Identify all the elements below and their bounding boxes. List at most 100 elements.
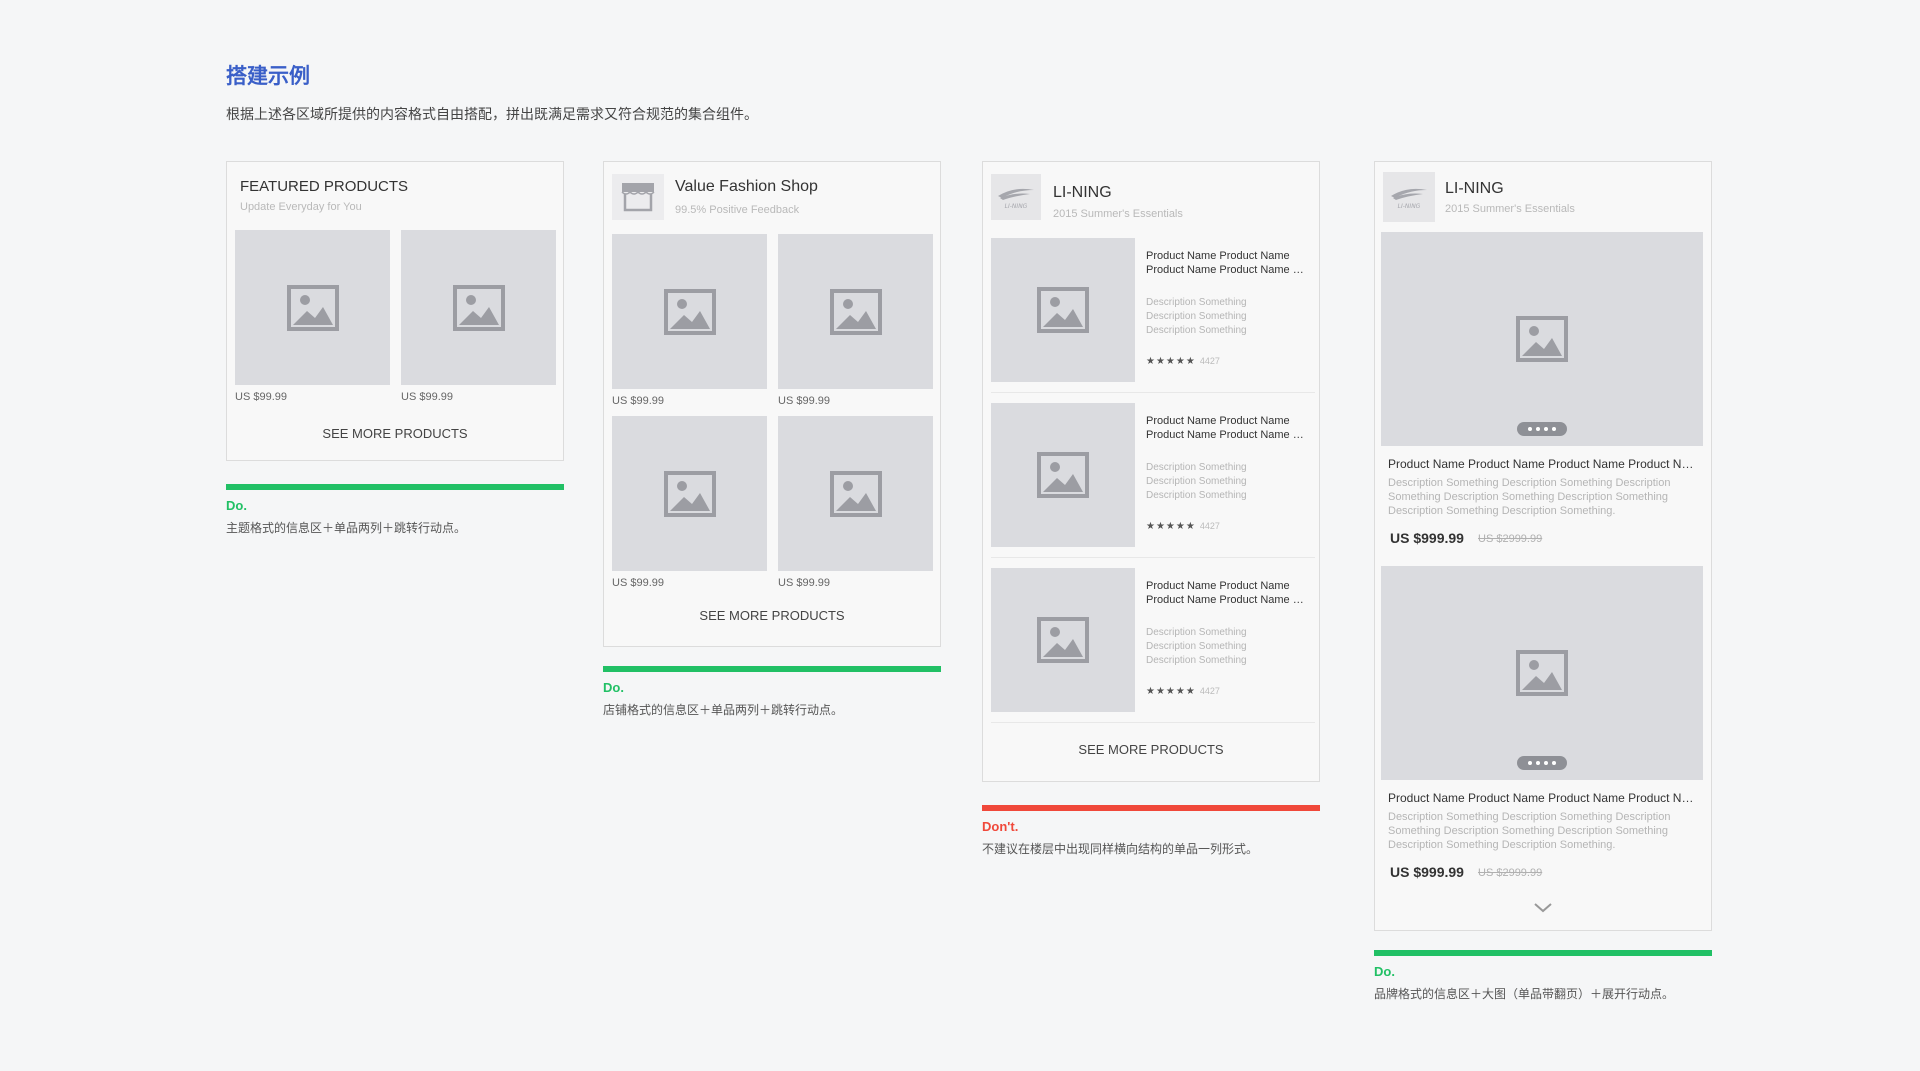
verdict-label: Do. — [226, 498, 247, 513]
star-icon: ★★★★★ — [1146, 686, 1196, 697]
product-image[interactable] — [612, 416, 767, 571]
product-price: US $99.99 — [778, 395, 830, 407]
svg-text:LI-NING: LI-NING — [1398, 203, 1421, 210]
star-icon: ★★★★★ — [1146, 356, 1196, 367]
card-title: LI-NING — [1053, 184, 1112, 201]
verdict-description: 主题格式的信息区＋单品两列＋跳转行动点。 — [226, 521, 467, 535]
dont-bar — [982, 805, 1320, 811]
product-description: Description Something Description Someth… — [1388, 477, 1671, 489]
product-image[interactable] — [991, 238, 1135, 382]
product-image[interactable] — [235, 230, 390, 385]
li-ning-logo: LI-NING — [998, 188, 1034, 210]
verdict-description: 不建议在楼层中出现同样横向结构的单品一列形式。 — [982, 842, 1259, 856]
do-bar — [603, 666, 941, 672]
product-name[interactable]: Product Name Product Name — [1146, 579, 1306, 593]
image-placeholder-icon — [1037, 617, 1089, 663]
brand-list-card: LI-NING LI-NING 2015 Summer's Essentials… — [982, 161, 1320, 782]
page-subtitle: 根据上述各区域所提供的内容格式自由搭配，拼出既满足需求又符合规范的集合组件。 — [226, 106, 758, 122]
do-bar — [1374, 950, 1712, 956]
product-image[interactable] — [1381, 566, 1703, 780]
product-description: Description Something Description Someth… — [1388, 839, 1616, 851]
product-price: US $99.99 — [235, 391, 287, 403]
svg-text:LI-NING: LI-NING — [1005, 203, 1028, 210]
product-description: Description Something — [1146, 490, 1247, 501]
chevron-down-icon[interactable] — [1534, 900, 1552, 918]
product-name[interactable]: Product Name Product Name — [1146, 414, 1306, 428]
image-placeholder-icon — [829, 288, 882, 335]
see-more-button[interactable]: SEE MORE PRODUCTS — [604, 608, 940, 623]
li-ning-logo: LI-NING — [1391, 188, 1427, 210]
product-price: US $99.99 — [612, 577, 664, 589]
product-image[interactable] — [778, 234, 933, 389]
image-placeholder-icon — [829, 470, 882, 517]
product-description: Description Something — [1146, 462, 1247, 473]
rating-stars: ★★★★★ 4427 — [1146, 686, 1220, 697]
rating-count: 4427 — [1199, 686, 1220, 696]
product-image[interactable] — [1381, 232, 1703, 446]
star-icon: ★★★★★ — [1146, 521, 1196, 532]
product-description: Description Something — [1146, 325, 1247, 336]
image-placeholder-icon — [1516, 650, 1568, 696]
card-title: FEATURED PRODUCTS — [240, 178, 409, 195]
product-name[interactable]: Product Name Product Name Product Name — [1146, 428, 1306, 442]
divider — [991, 392, 1315, 393]
shop-icon — [621, 183, 655, 212]
card-subtitle: 99.5% Positive Feedback — [675, 204, 800, 216]
product-description: Description Something — [1146, 311, 1247, 322]
rating-stars: ★★★★★ 4427 — [1146, 356, 1220, 367]
verdict-label: Don't. — [982, 819, 1019, 834]
product-image[interactable] — [401, 230, 556, 385]
product-name[interactable]: Product Name Product Name Product Name P… — [1388, 457, 1700, 471]
featured-products-card: FEATURED PRODUCTS Update Everyday for Yo… — [226, 161, 564, 461]
product-price: US $99.99 — [612, 395, 664, 407]
product-description: Something Description Something Descript… — [1388, 825, 1669, 837]
original-price: US $2999.99 — [1478, 533, 1543, 545]
product-image[interactable] — [778, 416, 933, 571]
image-placeholder-icon — [452, 284, 505, 331]
product-description: Description Something — [1146, 655, 1247, 666]
product-image[interactable] — [991, 403, 1135, 547]
card-title: Value Fashion Shop — [675, 178, 818, 195]
brand-logo: LI-NING — [991, 174, 1041, 220]
product-description: Something Description Something Descript… — [1388, 491, 1669, 503]
original-price: US $2999.99 — [1478, 867, 1543, 879]
verdict-label: Do. — [603, 680, 624, 695]
product-price: US $999.99 — [1390, 530, 1464, 546]
see-more-button[interactable]: SEE MORE PRODUCTS — [227, 426, 563, 441]
do-bar — [226, 484, 564, 490]
verdict-description: 品牌格式的信息区＋大图（单品带翻页）＋展开行动点。 — [1374, 987, 1675, 1001]
carousel-pager[interactable] — [1517, 756, 1567, 770]
card-subtitle: Update Everyday for You — [240, 201, 362, 213]
brand-logo: LI-NING — [1383, 172, 1435, 222]
image-placeholder-icon — [286, 284, 339, 331]
image-placeholder-icon — [1037, 287, 1089, 333]
rating-stars: ★★★★★ 4427 — [1146, 521, 1220, 532]
product-description: Description Something — [1146, 297, 1247, 308]
product-description: Description Something — [1146, 627, 1247, 638]
verdict-description: 店铺格式的信息区＋单品两列＋跳转行动点。 — [603, 703, 844, 717]
product-name[interactable]: Product Name Product Name — [1146, 249, 1306, 263]
product-description: Description Something — [1146, 641, 1247, 652]
shop-card: Value Fashion Shop 99.5% Positive Feedba… — [603, 161, 941, 647]
brand-bigimage-card: LI-NING LI-NING 2015 Summer's Essentials… — [1374, 161, 1712, 931]
carousel-pager[interactable] — [1517, 422, 1567, 436]
product-name[interactable]: Product Name Product Name Product Name — [1146, 593, 1306, 607]
product-name[interactable]: Product Name Product Name Product Name P… — [1388, 791, 1700, 805]
image-placeholder-icon — [1037, 452, 1089, 498]
divider — [991, 557, 1315, 558]
product-name[interactable]: Product Name Product Name Product Name — [1146, 263, 1306, 277]
product-description: Description Something Description Someth… — [1388, 811, 1671, 823]
card-subtitle: 2015 Summer's Essentials — [1445, 203, 1575, 215]
rating-count: 4427 — [1199, 356, 1220, 366]
image-placeholder-icon — [1516, 316, 1568, 362]
card-title: LI-NING — [1445, 180, 1504, 197]
product-image[interactable] — [991, 568, 1135, 712]
product-description: Description Something — [1146, 476, 1247, 487]
verdict-label: Do. — [1374, 964, 1395, 979]
see-more-button[interactable]: SEE MORE PRODUCTS — [983, 742, 1319, 757]
rating-count: 4427 — [1199, 521, 1220, 531]
product-price: US $999.99 — [1390, 864, 1464, 880]
page-title: 搭建示例 — [226, 65, 310, 88]
product-price: US $99.99 — [401, 391, 453, 403]
product-image[interactable] — [612, 234, 767, 389]
